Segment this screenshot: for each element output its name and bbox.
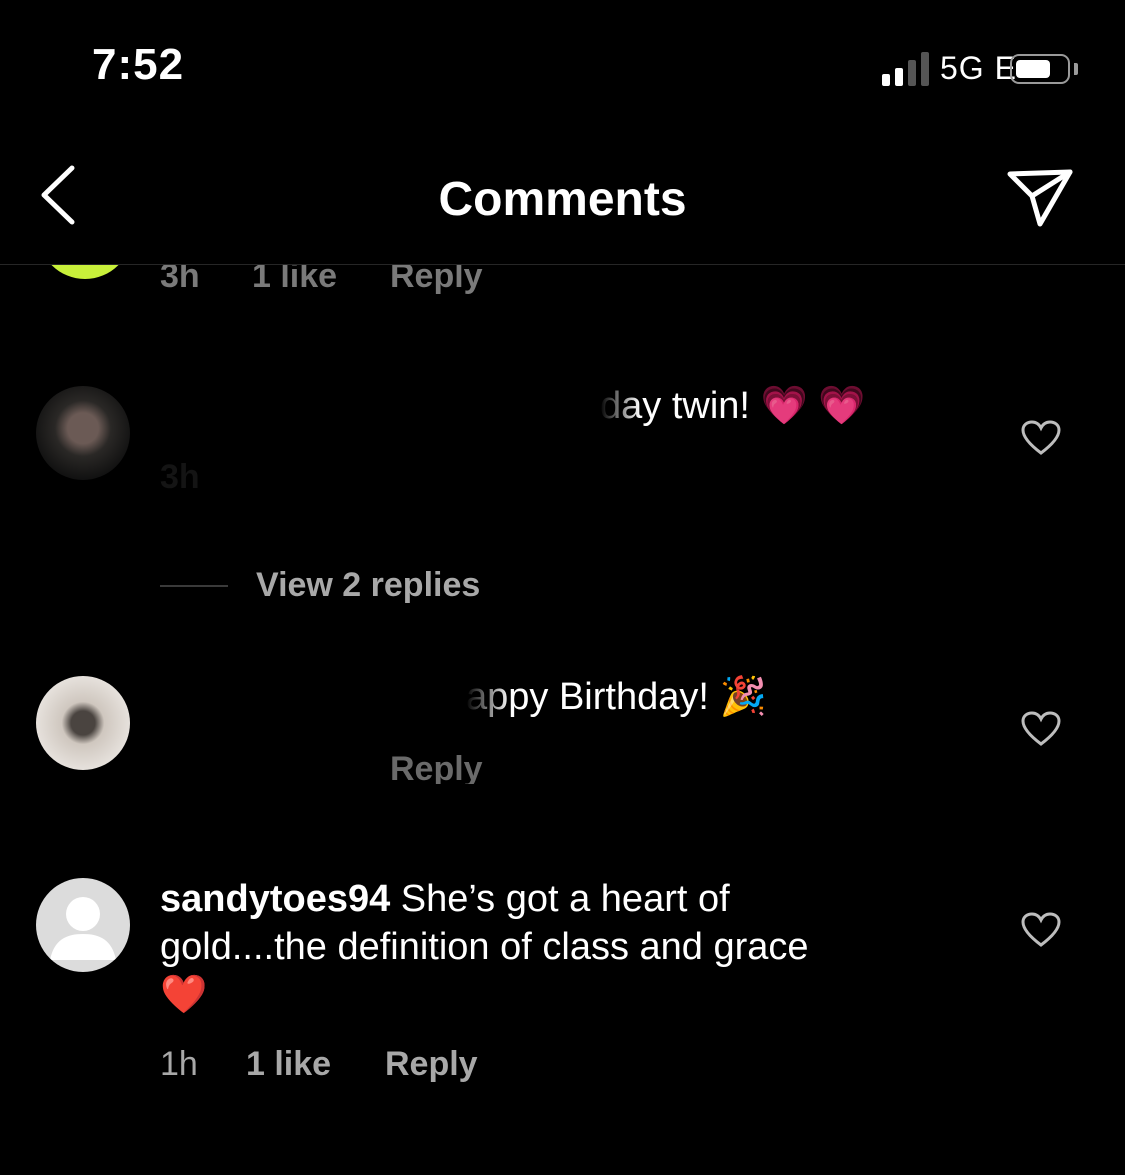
- network-label: 5G E: [940, 50, 1017, 86]
- signal-icon: [882, 52, 932, 86]
- heart-icon: [1021, 912, 1061, 947]
- comment-body: She’s got a heart of: [400, 878, 730, 920]
- comment-item: 3h 1 like Reply: [0, 265, 1125, 315]
- comment-body-line2: gold....the definition of class and grac…: [160, 926, 809, 968]
- comment-time: 3h: [160, 265, 200, 295]
- avatar[interactable]: [36, 386, 130, 480]
- like-button[interactable]: [1021, 711, 1061, 752]
- heart-icon: [1021, 711, 1061, 746]
- like-button[interactable]: [1021, 420, 1061, 461]
- like-button[interactable]: [1021, 912, 1061, 953]
- comment-text: sandytoes94 She’s got a heart of gold...…: [160, 875, 980, 1019]
- reply-button[interactable]: Reply: [390, 265, 483, 296]
- avatar[interactable]: [36, 676, 130, 770]
- comment-time: 1h: [160, 1045, 198, 1083]
- reply-button[interactable]: Reply: [385, 1045, 478, 1084]
- status-time: 7:52: [92, 40, 185, 89]
- comment-likes[interactable]: 1 like: [252, 265, 337, 296]
- battery-cap-icon: [1074, 63, 1078, 75]
- view-replies-divider: [160, 585, 228, 587]
- avatar[interactable]: [38, 265, 132, 279]
- comment-time: 3h: [160, 458, 200, 496]
- battery-icon: [1010, 54, 1070, 84]
- heart-emoji: ❤️: [160, 974, 208, 1016]
- comment-text: day twin! 💗 💗: [600, 382, 866, 434]
- comment-username[interactable]: sandytoes94: [160, 878, 390, 920]
- default-avatar-icon: [50, 897, 116, 960]
- heart-icon: [1021, 420, 1061, 455]
- page-title: Comments: [438, 173, 687, 226]
- send-icon: [1007, 169, 1073, 227]
- view-replies-button[interactable]: View 2 replies: [256, 566, 480, 605]
- reply-button[interactable]: Reply: [390, 750, 483, 784]
- share-button[interactable]: [1004, 164, 1078, 232]
- avatar[interactable]: [36, 878, 130, 972]
- comment-text: appy Birthday! 🎉: [466, 673, 767, 725]
- comment-likes[interactable]: 1 like: [246, 1045, 331, 1084]
